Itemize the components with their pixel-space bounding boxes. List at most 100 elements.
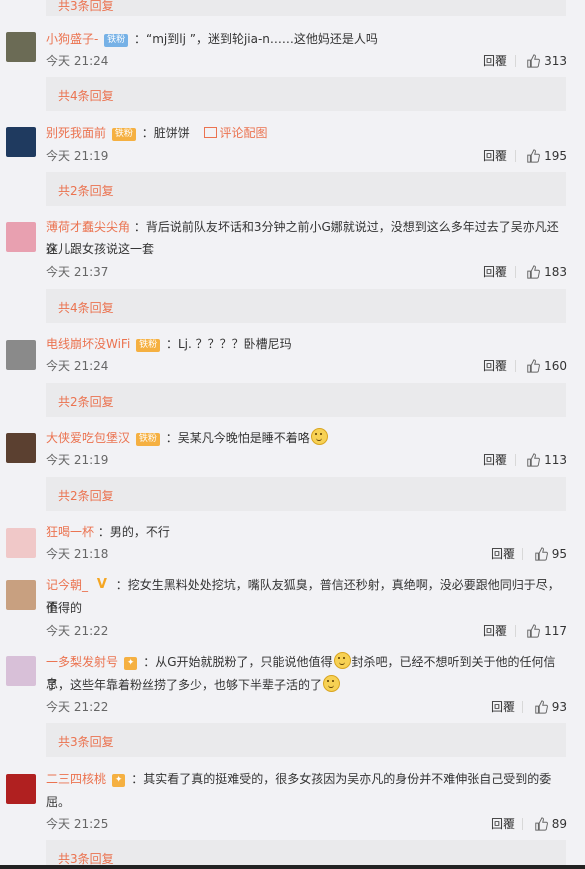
username[interactable]: 记今朝_ xyxy=(46,578,88,592)
reply-button[interactable]: 回覆 xyxy=(483,148,507,164)
timestamp: 今天 21:24 xyxy=(46,54,109,68)
timestamp: 今天 21:25 xyxy=(46,817,109,831)
username[interactable]: 电线崩坏没WiFi xyxy=(46,337,130,351)
divider xyxy=(515,454,516,466)
thumbs-up-icon xyxy=(534,817,548,831)
avatar[interactable] xyxy=(6,528,36,558)
comment-image-label: 评论配图 xyxy=(219,126,268,140)
like-count: 95 xyxy=(551,547,567,561)
thumbs-up-icon xyxy=(527,265,540,279)
replies-bar[interactable]: 共3条回复 xyxy=(46,723,566,757)
divider xyxy=(515,625,516,637)
comment-text: ：男的，不行 xyxy=(97,525,170,539)
like-button[interactable]: 183 xyxy=(526,264,567,280)
comment-body: 大侠爱吃包堡汉 铁粉 ：吴某凡今晚怕是睡不着咯 xyxy=(46,427,567,449)
like-button[interactable]: 313 xyxy=(526,53,567,69)
comment-text: ：其实看了真的挺难受的，很多女孩因为吴亦凡的身份并不难伸张自己受到的委 xyxy=(131,772,552,786)
thumbs-up-icon xyxy=(527,359,540,373)
reply-button[interactable]: 回覆 xyxy=(483,358,507,374)
comment-meta: 今天 21:37 回覆 183 xyxy=(46,264,567,280)
comment-meta: 今天 21:19 回覆 195 xyxy=(46,148,567,164)
thumbs-up-icon xyxy=(527,149,540,163)
thumbs-up-icon xyxy=(527,624,540,638)
view-replies-link[interactable]: 共4条回复 xyxy=(58,299,114,316)
replies-bar[interactable]: 共3条回复 xyxy=(46,840,566,866)
comment-text: ：从G开始就脱粉了，只能说他值得 xyxy=(143,655,333,669)
username[interactable]: 二三四核桃 xyxy=(46,772,106,786)
timestamp: 今天 21:24 xyxy=(46,359,109,373)
like-button[interactable]: 93 xyxy=(534,699,567,715)
username[interactable]: 大侠爱吃包堡汉 xyxy=(46,431,130,445)
like-count: 160 xyxy=(544,359,567,373)
fan-badge: 铁粉 xyxy=(104,34,129,47)
username[interactable]: 别死我面前 xyxy=(46,126,106,140)
avatar[interactable] xyxy=(6,340,36,370)
fan-badge: 铁粉 xyxy=(135,433,160,446)
replies-bar[interactable]: 共2条回复 xyxy=(46,383,566,417)
view-replies-link[interactable]: 共3条回复 xyxy=(58,733,114,750)
image-icon xyxy=(203,127,217,138)
divider xyxy=(515,266,516,278)
timestamp: 今天 21:18 xyxy=(46,547,109,561)
username[interactable]: 薄荷才蠢尖尖角 xyxy=(46,220,130,234)
partial-replies-bar[interactable]: 共3条回复 xyxy=(46,0,566,16)
thumbs-up-icon xyxy=(527,453,540,467)
view-replies-link[interactable]: 共2条回复 xyxy=(58,487,114,504)
like-count: 183 xyxy=(544,265,567,279)
timestamp: 今天 21:19 xyxy=(46,149,109,163)
view-replies-link[interactable]: 共3条回复 xyxy=(58,0,114,14)
timestamp: 今天 21:22 xyxy=(46,624,109,638)
comment-meta: 今天 21:22 回覆 117 xyxy=(46,623,567,639)
reply-button[interactable]: 回覆 xyxy=(483,264,507,280)
reply-button[interactable]: 回覆 xyxy=(483,53,507,69)
avatar[interactable] xyxy=(6,433,36,463)
view-replies-link[interactable]: 共4条回复 xyxy=(58,87,114,104)
comment-body: 狂喝一杯 ：男的，不行 xyxy=(46,521,567,543)
like-button[interactable]: 117 xyxy=(526,623,567,639)
comment-text: 值得的 xyxy=(46,601,83,615)
comment-meta: 今天 21:24 回覆 160 xyxy=(46,358,567,374)
thumbs-up-icon xyxy=(527,54,540,68)
reply-button[interactable]: 回覆 xyxy=(483,623,507,639)
like-button[interactable]: 113 xyxy=(526,452,567,468)
view-replies-link[interactable]: 共2条回复 xyxy=(58,182,114,199)
reply-button[interactable]: 回覆 xyxy=(491,546,515,562)
like-count: 195 xyxy=(544,149,567,163)
replies-bar[interactable]: 共4条回复 xyxy=(46,289,566,323)
avatar[interactable] xyxy=(6,32,36,62)
like-button[interactable]: 195 xyxy=(526,148,567,164)
avatar[interactable] xyxy=(6,127,36,157)
like-button[interactable]: 95 xyxy=(534,546,567,562)
like-button[interactable]: 89 xyxy=(534,816,567,832)
avatar[interactable] xyxy=(6,656,36,686)
like-button[interactable]: 160 xyxy=(526,358,567,374)
username[interactable]: 一多梨发射号 xyxy=(46,655,118,669)
replies-bar[interactable]: 共2条回复 xyxy=(46,172,566,206)
comment-meta: 今天 21:24 回覆 313 xyxy=(46,53,567,69)
fan-badge: ✦ xyxy=(111,774,126,787)
fan-badge: 铁粉 xyxy=(136,339,161,352)
username[interactable]: 狂喝一杯 xyxy=(46,525,94,539)
like-count: 117 xyxy=(544,624,567,638)
replies-bar[interactable]: 共4条回复 xyxy=(46,77,566,111)
replies-bar[interactable]: 共2条回复 xyxy=(46,477,566,511)
avatar[interactable] xyxy=(6,774,36,804)
divider xyxy=(522,701,523,713)
reply-button[interactable]: 回覆 xyxy=(491,699,515,715)
avatar[interactable] xyxy=(6,580,36,610)
comment-meta: 今天 21:25 回覆 89 xyxy=(46,816,567,832)
like-count: 93 xyxy=(551,700,567,714)
reply-button[interactable]: 回覆 xyxy=(483,452,507,468)
comment-body-continued: 值得的 xyxy=(46,597,567,619)
reply-button[interactable]: 回覆 xyxy=(491,816,515,832)
avatar[interactable] xyxy=(6,222,36,252)
divider xyxy=(522,548,523,560)
timestamp: 今天 21:22 xyxy=(46,700,109,714)
username[interactable]: 小狗盛子- xyxy=(46,32,98,46)
divider xyxy=(515,150,516,162)
comment-image-link[interactable]: 评论配图 xyxy=(203,126,268,140)
thumbs-up-icon xyxy=(534,547,548,561)
comment-text: ：“mj到lj ”，迷到轮jia-n……这他妈还是人吗 xyxy=(134,32,378,46)
view-replies-link[interactable]: 共2条回复 xyxy=(58,393,114,410)
taskbar-edge xyxy=(0,865,585,869)
